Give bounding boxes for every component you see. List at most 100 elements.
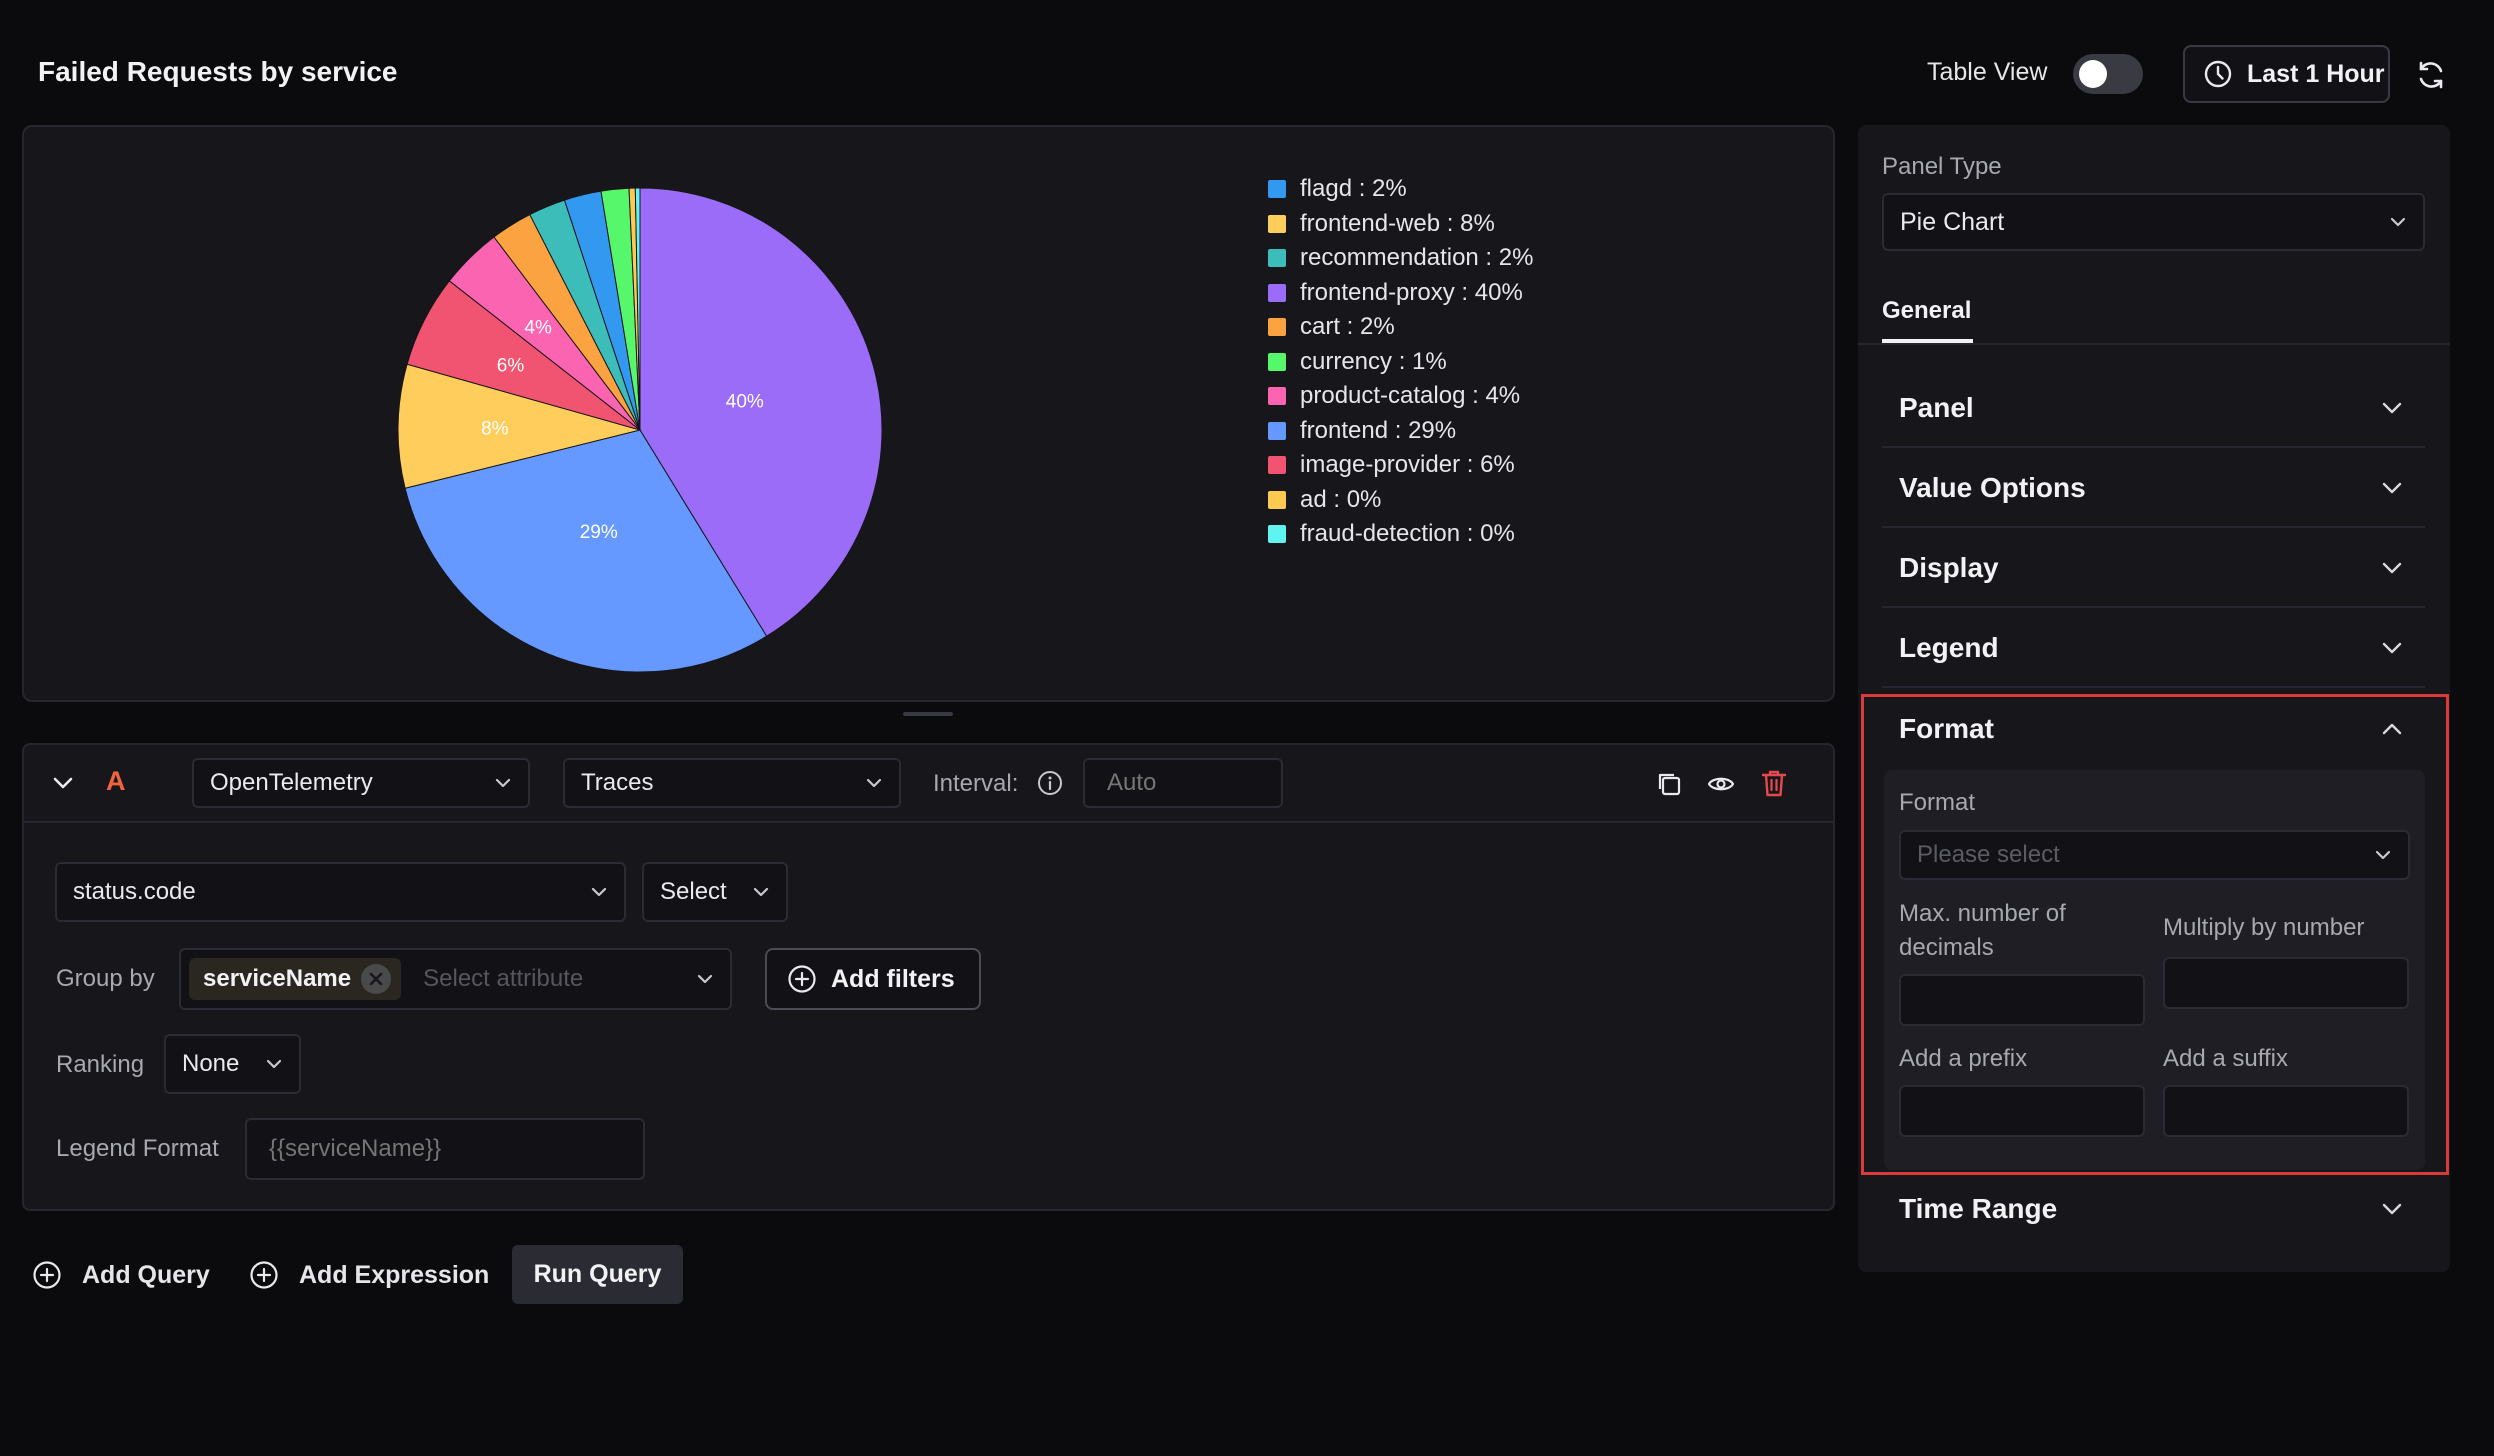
chevron-down-icon <box>2379 555 2405 581</box>
legend-item[interactable]: flagd : 2% <box>1268 172 1533 207</box>
format-select[interactable]: Please select <box>1899 830 2410 880</box>
legend-item[interactable]: frontend-proxy : 40% <box>1268 276 1533 311</box>
pie-slice-label: 4% <box>524 318 552 339</box>
copy-icon[interactable] <box>1655 770 1683 798</box>
signal-select[interactable]: Traces <box>563 758 901 808</box>
group-by-placeholder: Select attribute <box>423 965 584 992</box>
datasource-select[interactable]: OpenTelemetry <box>192 758 530 808</box>
suffix-label: Add a suffix <box>2163 1045 2288 1072</box>
pie-slice-label: 40% <box>726 391 764 412</box>
section-legend[interactable]: Legend <box>1882 610 2425 688</box>
legend-format-label: Legend Format <box>56 1135 219 1162</box>
remove-chip-icon[interactable] <box>361 964 392 994</box>
legend-swatch <box>1268 249 1286 268</box>
legend-swatch <box>1268 180 1286 199</box>
chevron-up-icon <box>2379 716 2405 742</box>
pie-slice-label: 8% <box>481 419 509 440</box>
aggregate-attribute-value: status.code <box>73 878 196 905</box>
add-filters-button[interactable]: Add filters <box>765 948 981 1010</box>
legend-item[interactable]: image-provider : 6% <box>1268 448 1533 483</box>
group-by-chip: serviceName <box>189 958 402 1000</box>
chevron-down-icon <box>694 968 716 990</box>
panel-type-label: Panel Type <box>1882 153 2002 180</box>
legend-item[interactable]: frontend : 29% <box>1268 414 1533 449</box>
aggregate-attribute-select[interactable]: status.code <box>55 862 626 922</box>
pie-slice-label: 29% <box>580 522 618 543</box>
legend-label: recommendation : 2% <box>1300 244 1534 271</box>
panel-type-select[interactable]: Pie Chart <box>1882 193 2425 251</box>
legend-label: cart : 2% <box>1300 313 1395 340</box>
section-format[interactable]: Format <box>1882 690 2425 768</box>
chevron-down-icon <box>2387 211 2409 233</box>
toggle-knob <box>2079 60 2107 88</box>
table-view-toggle[interactable] <box>2073 54 2143 94</box>
aggregate-operator-select[interactable]: Select <box>642 862 788 922</box>
chevron-down-icon <box>2379 395 2405 421</box>
legend-item[interactable]: currency : 1% <box>1268 345 1533 380</box>
legend-item[interactable]: fraud-detection : 0% <box>1268 517 1533 552</box>
plus-circle-icon <box>32 1260 62 1290</box>
section-time-range[interactable]: Time Range <box>1882 1170 2425 1248</box>
ranking-value: None <box>182 1050 240 1077</box>
query-name: A <box>106 766 126 796</box>
chevron-down-icon <box>863 772 885 794</box>
chevron-down-icon <box>263 1053 285 1075</box>
tab-general[interactable]: General <box>1882 297 1971 325</box>
legend-label: fraud-detection : 0% <box>1300 520 1515 547</box>
legend-item[interactable]: recommendation : 2% <box>1268 241 1533 276</box>
prefix-input[interactable] <box>1899 1085 2145 1137</box>
eye-icon[interactable] <box>1707 770 1735 798</box>
suffix-input[interactable] <box>2163 1085 2409 1137</box>
decimals-label: Max. number of decimals <box>1899 900 2066 961</box>
legend-label: ad : 0% <box>1300 485 1382 513</box>
pie-slice-label: 6% <box>497 355 525 376</box>
chevron-down-icon <box>588 881 610 903</box>
chevron-down-icon <box>492 772 514 794</box>
section-title: Time Range <box>1899 1193 2058 1224</box>
section-title: Display <box>1899 552 1999 583</box>
group-by-select[interactable]: serviceName Select attribute <box>179 948 732 1010</box>
signal-value: Traces <box>581 769 654 796</box>
format-label: Format <box>1899 789 1976 816</box>
legend-item[interactable]: product-catalog : 4% <box>1268 379 1533 414</box>
legend-swatch <box>1268 421 1286 440</box>
time-range-button[interactable]: Last 1 Hour <box>2183 45 2390 103</box>
multiply-label: Multiply by number <box>2163 914 2365 941</box>
add-query-button[interactable]: Add Query <box>32 1260 210 1290</box>
decimals-input[interactable] <box>1899 974 2145 1026</box>
multiply-input[interactable] <box>2163 957 2409 1009</box>
resize-handle[interactable] <box>903 712 953 716</box>
section-title: Value Options <box>1899 472 2086 503</box>
clock-icon <box>2203 59 2233 89</box>
legend-label: image-provider : 6% <box>1300 451 1515 478</box>
legend-item[interactable]: ad : 0% <box>1268 483 1533 518</box>
chevron-down-icon[interactable] <box>50 770 76 796</box>
trash-icon[interactable] <box>1760 768 1788 798</box>
panel-type-value: Pie Chart <box>1900 207 2005 236</box>
divider <box>1858 343 2450 345</box>
add-expression-label: Add Expression <box>299 1260 490 1289</box>
add-filters-label: Add filters <box>831 964 955 993</box>
section-value-options[interactable]: Value Options <box>1882 450 2425 528</box>
section-panel[interactable]: Panel <box>1882 370 2425 448</box>
legend-swatch <box>1268 283 1286 302</box>
chevron-down-icon <box>2372 844 2394 866</box>
chevron-down-icon <box>2379 635 2405 661</box>
legend-swatch <box>1268 490 1286 509</box>
pie-chart: 40% 29% 8% 6% 4% <box>397 187 883 673</box>
info-icon[interactable] <box>1037 770 1063 796</box>
chevron-down-icon <box>750 881 772 903</box>
legend-item[interactable]: cart : 2% <box>1268 310 1533 345</box>
chevron-down-icon <box>2379 475 2405 501</box>
section-title: Panel <box>1899 392 1974 423</box>
legend-swatch <box>1268 525 1286 544</box>
legend-item[interactable]: frontend-web : 8% <box>1268 207 1533 242</box>
ranking-select[interactable]: None <box>164 1034 301 1094</box>
interval-input[interactable] <box>1083 758 1283 808</box>
legend-format-input[interactable] <box>245 1118 645 1180</box>
aggregate-operator-value: Select <box>660 878 727 905</box>
section-display[interactable]: Display <box>1882 530 2425 608</box>
run-query-button[interactable]: Run Query <box>512 1245 683 1304</box>
refresh-icon[interactable] <box>2414 58 2448 92</box>
add-expression-button[interactable]: Add Expression <box>249 1260 489 1290</box>
